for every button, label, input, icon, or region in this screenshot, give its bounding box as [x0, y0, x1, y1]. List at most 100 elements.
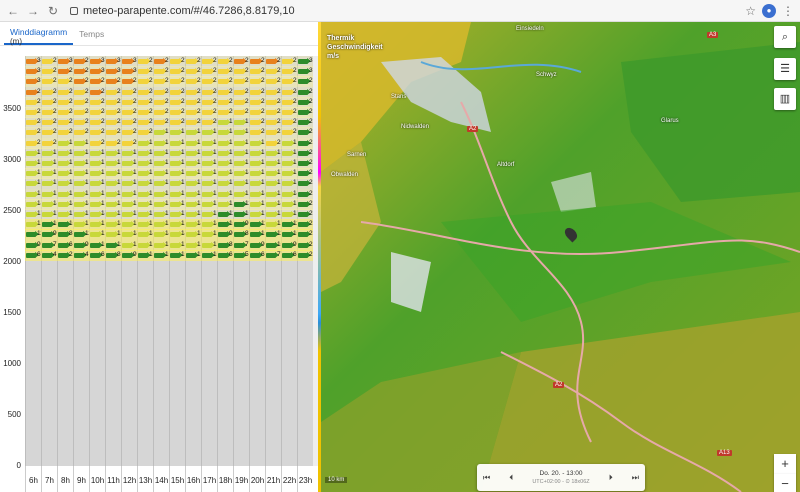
zoom-out-button[interactable]: −: [774, 474, 796, 492]
address-bar[interactable]: meteo-parapente.com/#/46.7286,8.8179,10: [66, 3, 739, 19]
profile-avatar[interactable]: ●: [762, 3, 776, 18]
chart-icon[interactable]: ▥: [774, 88, 796, 110]
wind-arrow-icon: [266, 221, 279, 228]
wind-cell[interactable]: 5: [233, 249, 249, 261]
wind-arrow-icon: [202, 119, 215, 126]
wind-cell[interactable]: 4: [73, 249, 89, 261]
altitude-tick: 1500: [3, 308, 21, 317]
wind-diagram-plot[interactable]: 3426302931313227292726262629292827333262…: [25, 56, 313, 466]
wind-arrow-icon: [282, 200, 295, 207]
terrain-map[interactable]: [321, 22, 800, 492]
wind-arrow-icon: [234, 78, 247, 85]
wind-cell[interactable]: 2: [297, 249, 313, 261]
bookmark-star-icon[interactable]: ☆: [745, 4, 756, 18]
skip-forward-icon[interactable]: ⏭: [632, 473, 639, 483]
wind-arrow-icon: [266, 88, 279, 95]
hour-tick[interactable]: 7h: [41, 466, 57, 492]
wind-cell[interactable]: 9: [121, 249, 137, 261]
zoom-in-button[interactable]: +: [774, 454, 796, 474]
wind-arrow-icon: [202, 190, 215, 197]
back-arrow-icon[interactable]: ←: [6, 4, 20, 18]
wind-arrow-icon: [154, 139, 167, 146]
forward-arrow-icon[interactable]: →: [26, 4, 40, 18]
wind-arrow-icon: [138, 241, 151, 248]
wind-arrow-icon: [298, 200, 311, 207]
step-back-icon[interactable]: ⏴: [509, 473, 513, 483]
wind-cell[interactable]: 4: [41, 249, 57, 261]
wind-arrow-icon: [202, 139, 215, 146]
wind-arrow-icon: [122, 68, 135, 75]
wind-row: 64246891010101010656762: [25, 249, 313, 261]
hour-tick[interactable]: 9h: [73, 466, 89, 492]
browser-menu-icon[interactable]: ⋮: [782, 4, 794, 18]
hour-tick[interactable]: 11h: [105, 466, 121, 492]
wind-arrow-icon: [218, 119, 231, 126]
wind-arrow-icon: [186, 139, 199, 146]
wind-cell[interactable]: 6: [25, 249, 41, 261]
hour-tick[interactable]: 17h: [201, 466, 217, 492]
wind-arrow-icon: [74, 119, 87, 126]
wind-arrow-icon: [202, 170, 215, 177]
wind-cell[interactable]: 6: [249, 249, 265, 261]
wind-arrow-icon: [186, 241, 199, 248]
wind-cell[interactable]: 10: [169, 249, 185, 261]
wind-arrow-icon: [106, 190, 119, 197]
road-badge: A13: [717, 450, 732, 456]
wind-cell[interactable]: 10: [201, 249, 217, 261]
wind-arrow-icon: [250, 211, 263, 217]
road-badge: A2: [553, 382, 565, 388]
hour-tick[interactable]: 21h: [265, 466, 281, 492]
map-view[interactable]: Thermik Geschwindigkeit m/s Einsiedeln S…: [321, 22, 800, 492]
hour-tick[interactable]: 19h: [233, 466, 249, 492]
wind-arrow-icon: [26, 211, 39, 217]
wind-arrow-icon: [298, 241, 311, 248]
hour-tick[interactable]: 13h: [137, 466, 153, 492]
wind-arrow-icon: [186, 231, 199, 238]
wind-arrow-icon: [282, 231, 295, 238]
hour-tick[interactable]: 15h: [169, 466, 185, 492]
reload-icon[interactable]: ↻: [46, 4, 60, 18]
skip-back-icon[interactable]: ⏮: [483, 473, 490, 483]
wind-arrow-icon: [58, 160, 71, 166]
wind-cell[interactable]: 10: [153, 249, 169, 261]
wind-cell[interactable]: 6: [89, 249, 105, 261]
wind-arrow-icon: [186, 221, 199, 228]
wind-cell[interactable]: 10: [185, 249, 201, 261]
wind-arrow-icon: [138, 170, 151, 177]
tab-temps[interactable]: Temps: [73, 29, 110, 45]
wind-arrow-icon: [106, 170, 119, 177]
wind-arrow-icon: [282, 241, 295, 248]
hour-tick[interactable]: 16h: [185, 466, 201, 492]
altitude-tick: 3000: [3, 155, 21, 164]
wind-cell[interactable]: 2: [57, 249, 73, 261]
wind-cell[interactable]: 6: [217, 249, 233, 261]
wind-arrow-icon: [74, 251, 87, 258]
place-label: Altdorf: [497, 162, 515, 168]
wind-arrow-icon: [266, 211, 279, 217]
wind-arrow-icon: [282, 58, 295, 64]
wind-cell[interactable]: 8: [105, 249, 121, 261]
wind-arrow-icon: [250, 119, 263, 126]
hour-tick[interactable]: 10h: [89, 466, 105, 492]
search-icon[interactable]: ⌕: [774, 26, 796, 48]
hour-tick[interactable]: 23h: [297, 466, 313, 492]
sliders-icon[interactable]: ☰: [774, 58, 796, 80]
hour-tick[interactable]: 20h: [249, 466, 265, 492]
wind-arrow-icon: [42, 200, 55, 207]
wind-arrow-icon: [234, 200, 247, 207]
wind-arrow-icon: [266, 241, 279, 248]
hour-tick[interactable]: 18h: [217, 466, 233, 492]
hour-tick[interactable]: 22h: [281, 466, 297, 492]
wind-cell[interactable]: 6: [281, 249, 297, 261]
hour-tick[interactable]: 12h: [121, 466, 137, 492]
wind-arrow-icon: [138, 98, 151, 105]
wind-arrow-icon: [90, 231, 103, 238]
hour-tick[interactable]: 6h: [25, 466, 41, 492]
wind-arrow-icon: [138, 221, 151, 228]
hour-tick[interactable]: 8h: [57, 466, 73, 492]
wind-arrow-icon: [154, 129, 167, 136]
hour-tick[interactable]: 14h: [153, 466, 169, 492]
step-forward-icon[interactable]: ⏵: [609, 473, 613, 483]
wind-cell[interactable]: 10: [137, 249, 153, 261]
wind-cell[interactable]: 7: [265, 249, 281, 261]
